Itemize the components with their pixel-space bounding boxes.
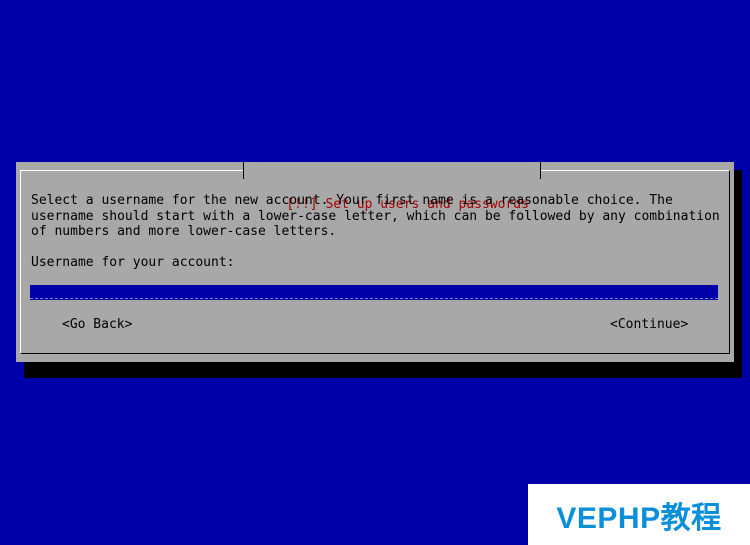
watermark: VEPHP教程	[528, 484, 750, 545]
username-input[interactable]: gmolica	[30, 285, 718, 300]
go-back-button[interactable]: <Go Back>	[62, 317, 132, 333]
input-underline	[30, 298, 718, 299]
title-edge-right	[539, 162, 541, 179]
description-line: username should start with a lower-case …	[31, 208, 720, 224]
continue-button[interactable]: <Continue>	[610, 317, 688, 333]
username-prompt: Username for your account:	[31, 255, 235, 270]
description-line: Select a username for the new account. Y…	[31, 193, 673, 208]
dialog-title: [!!] Set up users and passwords	[243, 162, 541, 212]
description-line: of numbers and more lower-case letters.	[31, 224, 337, 239]
title-edge-left	[243, 162, 244, 179]
watermark-text: VEPHP教程	[556, 501, 722, 535]
dialog-description: Select a username for the new account. Y…	[31, 193, 721, 240]
installer-dialog: [!!] Set up users and passwords Select a…	[16, 162, 734, 362]
